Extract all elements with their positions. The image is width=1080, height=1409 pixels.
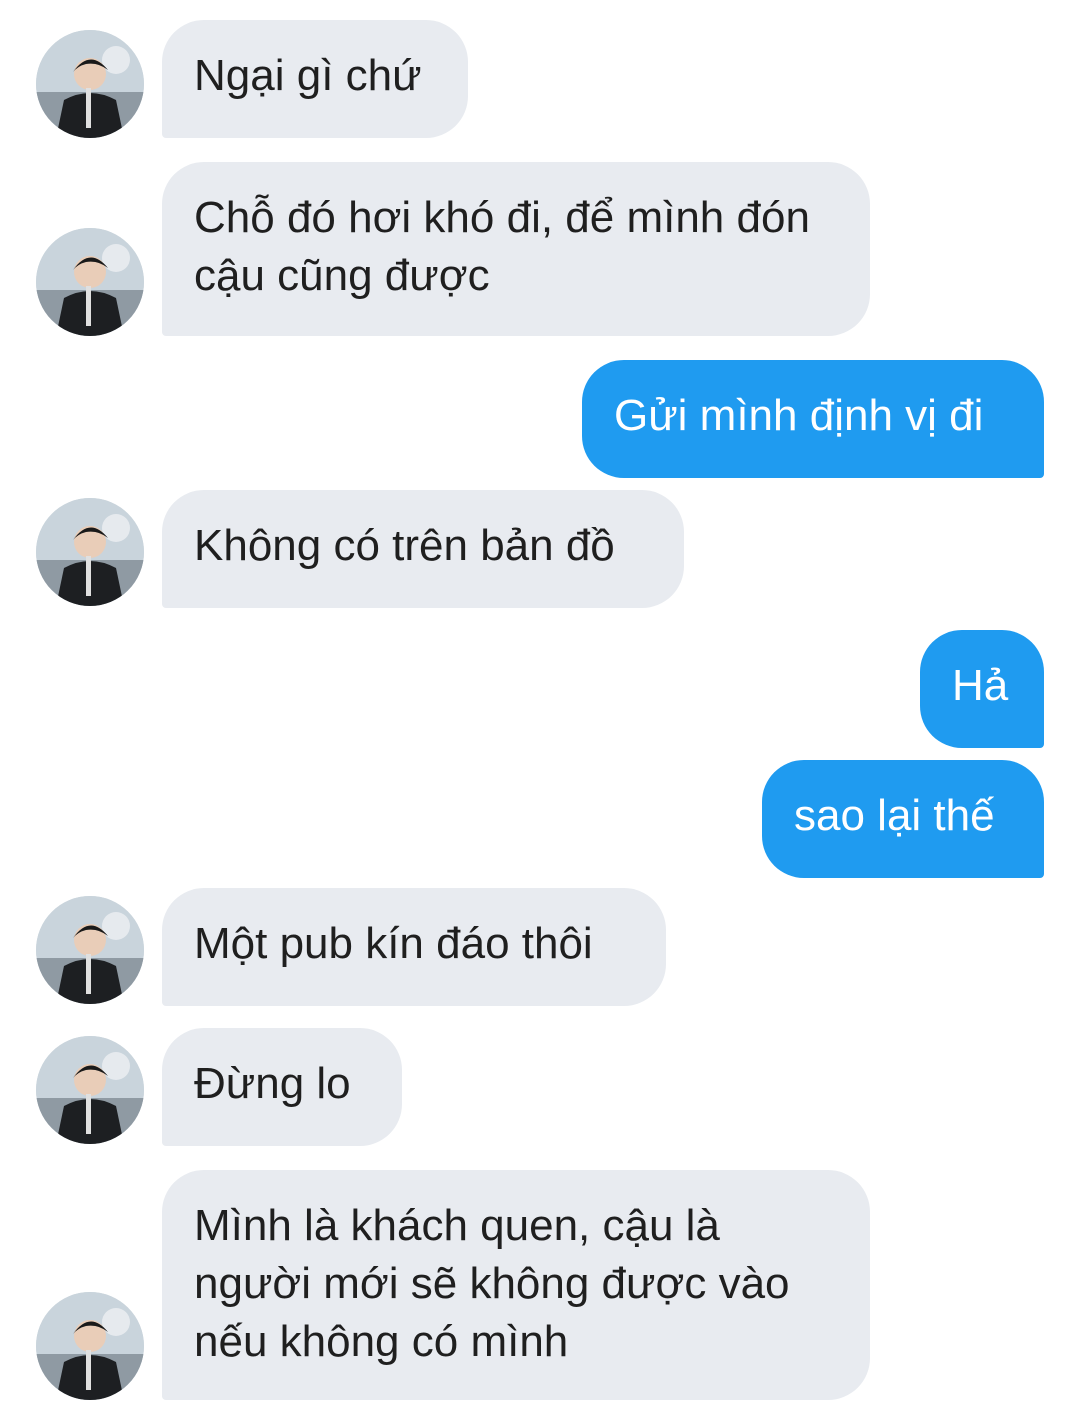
message-bubble-incoming[interactable]: Ngại gì chứ	[162, 20, 468, 138]
message-row-incoming: Chỗ đó hơi khó đi, để mình đón cậu cũng …	[0, 162, 1080, 336]
avatar-photo-icon	[36, 896, 144, 1004]
avatar-photo-icon	[36, 498, 144, 606]
message-row-incoming: Không có trên bản đồ	[0, 490, 1080, 608]
contact-avatar[interactable]	[36, 498, 144, 606]
avatar-photo-icon	[36, 228, 144, 336]
contact-avatar[interactable]	[36, 30, 144, 138]
message-row-outgoing: Gửi mình định vị đi	[0, 360, 1080, 478]
message-bubble-outgoing[interactable]: Gửi mình định vị đi	[582, 360, 1044, 478]
contact-avatar[interactable]	[36, 1036, 144, 1144]
message-row-outgoing: Hả	[0, 630, 1080, 748]
message-bubble-outgoing[interactable]: sao lại thế	[762, 760, 1044, 878]
message-bubble-outgoing[interactable]: Hả	[920, 630, 1044, 748]
avatar-photo-icon	[36, 1036, 144, 1144]
avatar-photo-icon	[36, 1292, 144, 1400]
avatar-photo-icon	[36, 30, 144, 138]
message-bubble-incoming[interactable]: Đừng lo	[162, 1028, 402, 1146]
message-bubble-incoming[interactable]: Chỗ đó hơi khó đi, để mình đón cậu cũng …	[162, 162, 870, 336]
contact-avatar[interactable]	[36, 228, 144, 336]
message-row-incoming: Ngại gì chứ	[0, 20, 1080, 138]
contact-avatar[interactable]	[36, 896, 144, 1004]
message-bubble-incoming[interactable]: Không có trên bản đồ	[162, 490, 684, 608]
message-bubble-incoming[interactable]: Mình là khách quen, cậu là người mới sẽ …	[162, 1170, 870, 1400]
message-row-incoming: Một pub kín đáo thôi	[0, 888, 1080, 1006]
message-row-incoming: Mình là khách quen, cậu là người mới sẽ …	[0, 1170, 1080, 1400]
message-row-outgoing: sao lại thế	[0, 760, 1080, 878]
contact-avatar[interactable]	[36, 1292, 144, 1400]
message-bubble-incoming[interactable]: Một pub kín đáo thôi	[162, 888, 666, 1006]
message-row-incoming: Đừng lo	[0, 1028, 1080, 1146]
